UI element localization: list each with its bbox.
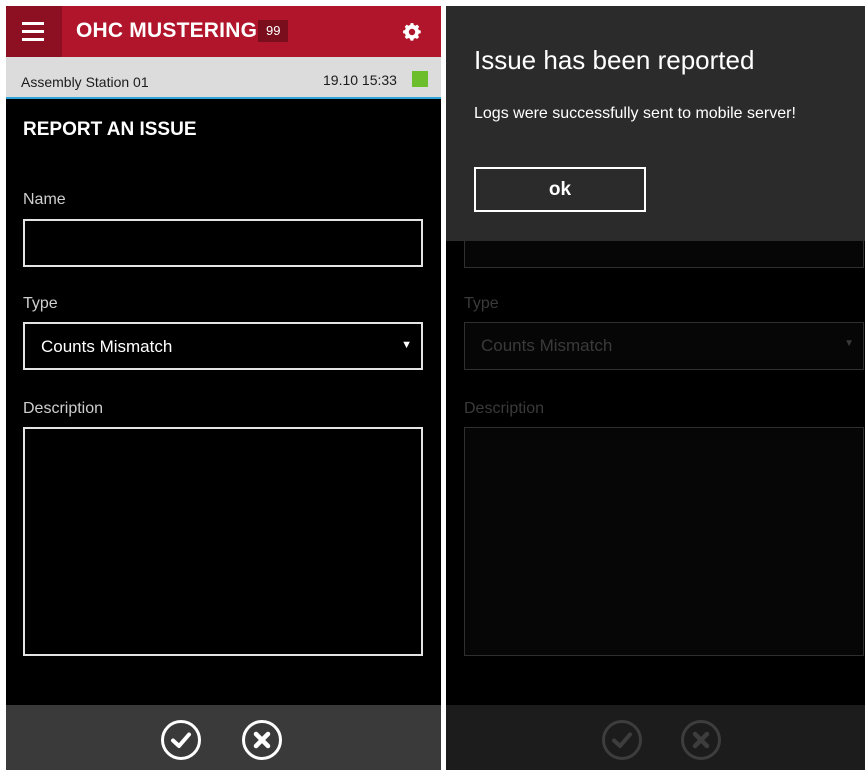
success-dialog: Issue has been reported Logs were succes… (446, 6, 865, 241)
check-circle-icon[interactable] (160, 719, 202, 761)
menu-button[interactable] (6, 6, 62, 57)
type-label: Type (23, 295, 58, 312)
report-issue-screen: OHC MUSTERING 99 Assembly Station 01 19.… (6, 6, 441, 770)
ok-button[interactable]: ok (474, 167, 646, 212)
description-field (464, 427, 864, 656)
status-indicator (412, 71, 428, 87)
description-field[interactable] (23, 427, 423, 656)
type-label: Type (464, 295, 499, 312)
gear-icon[interactable] (401, 21, 423, 43)
page-title: REPORT AN ISSUE (23, 119, 197, 140)
station-name: Assembly Station 01 (21, 74, 149, 90)
name-label: Name (23, 191, 66, 208)
station-bar: Assembly Station 01 19.10 15:33 (6, 57, 441, 99)
app-header: OHC MUSTERING 99 (6, 6, 441, 57)
dropdown-caret-icon: ▼ (401, 339, 412, 351)
description-label: Description (464, 400, 545, 417)
datetime: 19.10 15:33 (323, 72, 397, 88)
close-circle-icon[interactable] (241, 719, 283, 761)
report-issue-dialog-screen: Type Counts Mismatch ▼ Description Issue… (446, 6, 865, 770)
hamburger-menu-icon (22, 22, 44, 25)
type-select-value: Counts Mismatch (481, 336, 613, 355)
type-select: Counts Mismatch ▼ (464, 322, 864, 370)
dialog-title: Issue has been reported (474, 45, 755, 75)
name-field[interactable] (23, 219, 423, 267)
description-label: Description (23, 400, 104, 417)
hamburger-menu-icon (22, 30, 44, 33)
type-select[interactable]: Counts Mismatch ▼ (23, 322, 423, 370)
hamburger-menu-icon (22, 38, 44, 41)
count-badge: 99 (258, 20, 289, 42)
close-circle-icon (681, 720, 721, 760)
type-select-value: Counts Mismatch (41, 337, 173, 356)
dialog-message: Logs were successfully sent to mobile se… (474, 105, 796, 122)
dropdown-caret-icon: ▼ (844, 338, 854, 349)
app-title: OHC MUSTERING (76, 19, 258, 42)
action-bar (446, 705, 865, 770)
check-circle-icon (602, 720, 642, 760)
action-bar (6, 705, 441, 770)
